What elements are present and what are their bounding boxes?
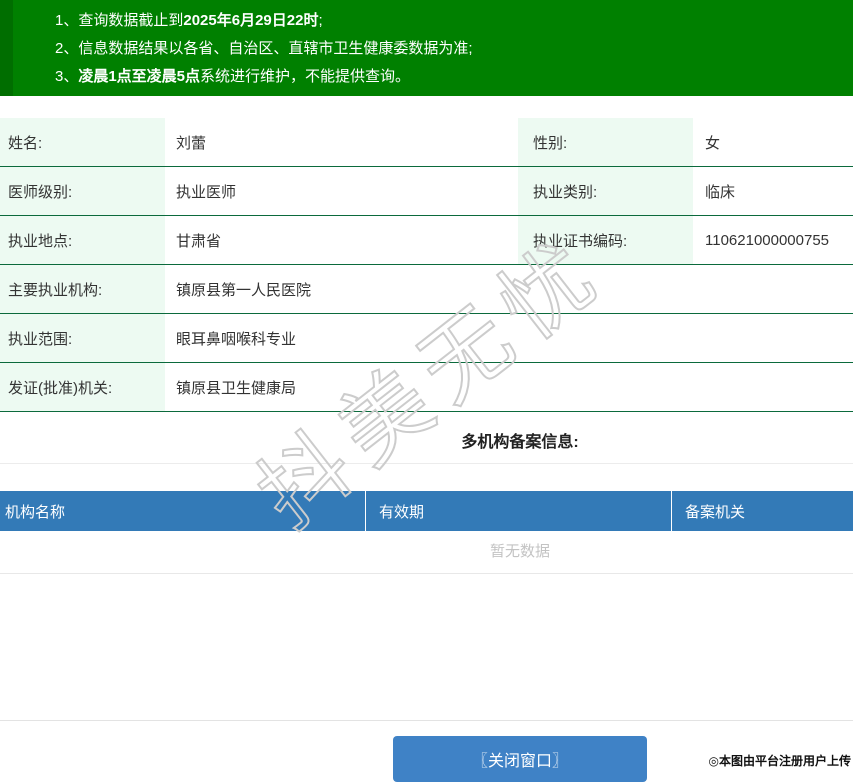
info-value-certificate-code: 110621000000755: [705, 231, 830, 249]
info-value-main-institution: 镇原县第一人民医院: [176, 281, 312, 299]
info-value-gender: 女: [705, 134, 721, 152]
table-row: 医师级别: 执业医师 执业类别: 临床: [0, 167, 853, 216]
info-value-practice-location: 甘肃省: [176, 232, 222, 250]
notice-line-3: 3、凌晨1点至凌晨5点系统进行维护，不能提供查询。: [0, 63, 853, 91]
info-label-gender: 性别:: [518, 118, 693, 166]
info-value-practice-category: 临床: [705, 183, 736, 201]
multi-org-section-title: 多机构备案信息:: [0, 412, 853, 464]
info-label-certificate-code: 执业证书编码:: [518, 216, 693, 264]
table-row: 发证(批准)机关: 镇原县卫生健康局: [0, 363, 853, 412]
close-window-button[interactable]: 〖关闭窗口〗: [393, 736, 647, 782]
notice-line-2: 2、信息数据结果以各省、自治区、直辖市卫生健康委数据为准;: [0, 35, 853, 63]
info-label-main-institution: 主要执业机构:: [0, 265, 165, 313]
info-label-doctor-level: 医师级别:: [0, 167, 165, 215]
info-label-practice-scope: 执业范围:: [0, 314, 165, 362]
column-header-institution-name: 机构名称: [0, 491, 366, 531]
notice-text: ;: [318, 12, 323, 29]
notice-text: 系统进行维护，不能提供查询。: [200, 68, 411, 85]
info-value-name: 刘蕾: [176, 134, 207, 152]
empty-data-message: 暂无数据: [0, 531, 853, 574]
notice-bold-text: 2025年6月29日22时: [183, 12, 319, 29]
table-row: 执业地点: 甘肃省 执业证书编码: 110621000000755: [0, 216, 853, 265]
uploaded-by-watermark: ◎本图由平台注册用户上传: [708, 754, 851, 768]
info-label-practice-location: 执业地点:: [0, 216, 165, 264]
spacer: [0, 574, 853, 721]
info-value-issuing-authority: 镇原县卫生健康局: [176, 379, 297, 397]
info-label-practice-category: 执业类别:: [518, 167, 693, 215]
column-header-filing-authority: 备案机关: [685, 503, 746, 521]
notice-line-1: 1、查询数据截止到2025年6月29日22时;: [0, 7, 853, 35]
table-row: 执业范围: 眼耳鼻咽喉科专业: [0, 314, 853, 363]
notice-num: 2、: [55, 40, 79, 57]
info-value-doctor-level: 执业医师: [176, 183, 237, 201]
notice-bar: 1、查询数据截止到2025年6月29日22时; 2、信息数据结果以各省、自治区、…: [0, 0, 853, 96]
info-value-practice-scope: 眼耳鼻咽喉科专业: [176, 330, 297, 348]
practitioner-info-table: 姓名: 刘蕾 性别: 女 医师级别: 执业医师 执业类别: 临床 执业地点: 甘…: [0, 118, 853, 412]
notice-left-stripe: [0, 0, 13, 96]
multi-org-table-header: 机构名称 有效期 备案机关: [0, 491, 853, 531]
info-label-name: 姓名:: [0, 118, 165, 166]
table-row: 主要执业机构: 镇原县第一人民医院: [0, 265, 853, 314]
notice-text: 查询数据截止到: [78, 12, 184, 29]
notice-num: 1、: [55, 12, 79, 29]
page: 1、查询数据截止到2025年6月29日22时; 2、信息数据结果以各省、自治区、…: [0, 0, 853, 782]
column-header-validity-period: 有效期: [366, 491, 672, 531]
table-row: 姓名: 刘蕾 性别: 女: [0, 118, 853, 167]
notice-bold-text: 凌晨1点至凌晨5点: [78, 68, 201, 85]
notice-text: 信息数据结果以各省、自治区、直辖市卫生健康委数据为准;: [78, 40, 473, 57]
notice-num: 3、: [55, 68, 79, 85]
info-label-issuing-authority: 发证(批准)机关:: [0, 363, 165, 411]
